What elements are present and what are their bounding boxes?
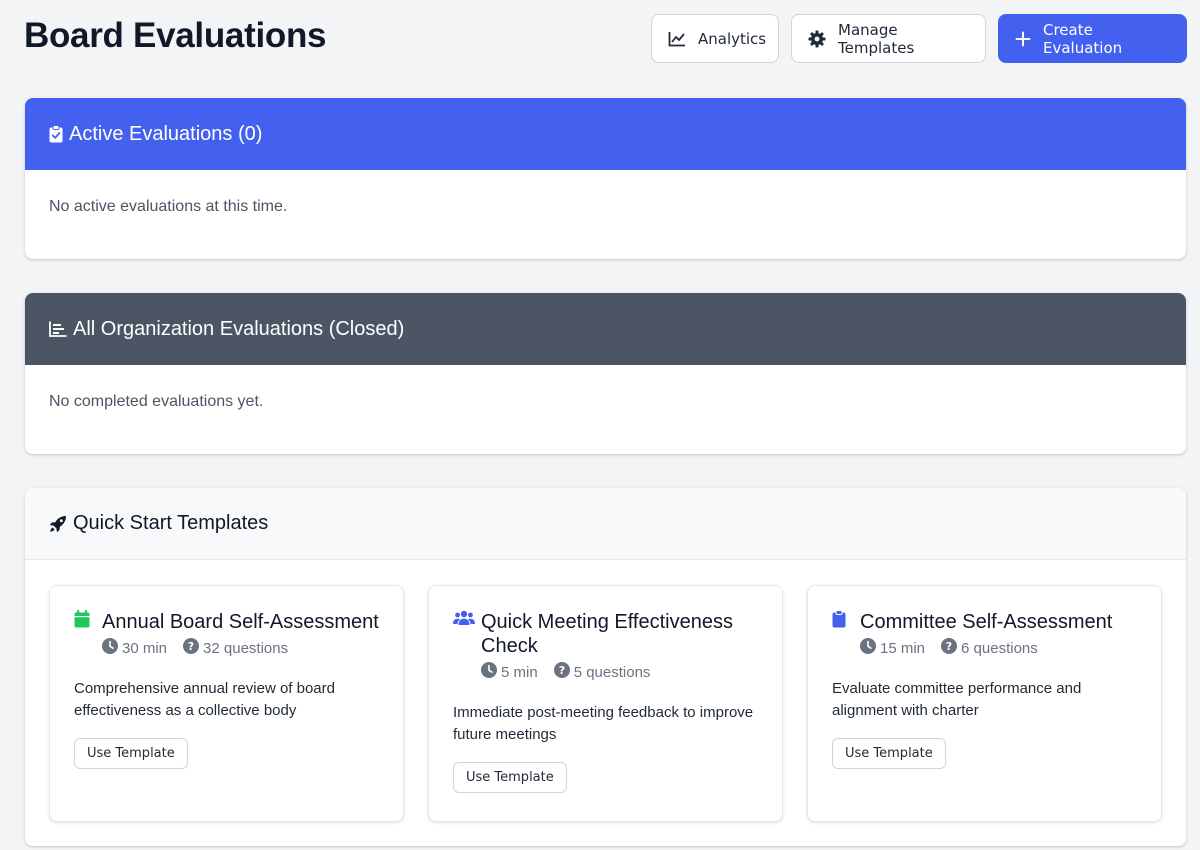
use-template-button[interactable]: Use Template bbox=[453, 762, 567, 793]
template-grid: Annual Board Self-Assessment 30 min ? 32… bbox=[49, 585, 1162, 822]
closed-evaluations-header: All Organization Evaluations (Closed) bbox=[25, 293, 1186, 365]
question-circle-icon: ? bbox=[553, 662, 570, 682]
closed-evaluations-card: All Organization Evaluations (Closed) No… bbox=[25, 293, 1186, 454]
template-card: Committee Self-Assessment 15 min ? 6 que… bbox=[807, 585, 1162, 822]
template-duration: 30 min bbox=[122, 639, 168, 657]
template-card: Quick Meeting Effectiveness Check 5 min … bbox=[428, 585, 783, 822]
calendar-icon bbox=[74, 610, 102, 633]
template-question-count: 32 questions bbox=[203, 639, 289, 657]
analytics-button[interactable]: Analytics bbox=[651, 14, 779, 63]
chart-line-icon bbox=[668, 31, 686, 47]
template-question-count: 5 questions bbox=[573, 663, 651, 681]
manage-templates-button[interactable]: Manage Templates bbox=[791, 14, 986, 63]
active-evaluations-header: Active Evaluations (0) bbox=[25, 98, 1186, 170]
svg-text:?: ? bbox=[946, 640, 952, 653]
active-evaluations-card: Active Evaluations (0) No active evaluat… bbox=[25, 98, 1186, 259]
chart-bar-icon bbox=[49, 321, 67, 337]
template-meta: 5 min ? 5 questions bbox=[481, 662, 758, 682]
template-question-count: 6 questions bbox=[961, 639, 1038, 657]
clock-icon bbox=[481, 662, 497, 682]
plus-icon bbox=[1015, 31, 1031, 47]
analytics-label: Analytics bbox=[698, 29, 767, 48]
closed-evaluations-empty-message: No completed evaluations yet. bbox=[49, 393, 264, 410]
question-circle-icon: ? bbox=[183, 638, 200, 658]
template-meta: 15 min ? 6 questions bbox=[860, 638, 1137, 658]
clock-icon bbox=[860, 638, 876, 658]
closed-evaluations-title: All Organization Evaluations (Closed) bbox=[73, 317, 405, 340]
rocket-icon bbox=[49, 515, 67, 533]
template-duration: 5 min bbox=[501, 663, 538, 681]
svg-text:?: ? bbox=[558, 664, 564, 677]
template-meta: 30 min ? 32 questions bbox=[102, 638, 379, 658]
page-header: Board Evaluations Analytics Manage Templ… bbox=[24, 14, 1187, 64]
template-description: Immediate post-meeting feedback to impro… bbox=[453, 704, 754, 743]
template-title: Committee Self-Assessment bbox=[860, 611, 1113, 633]
use-template-button[interactable]: Use Template bbox=[832, 738, 946, 769]
template-title: Annual Board Self-Assessment bbox=[102, 611, 379, 633]
use-template-button[interactable]: Use Template bbox=[74, 738, 188, 769]
create-evaluation-label: Create Evaluation bbox=[1043, 20, 1123, 57]
svg-text:?: ? bbox=[188, 640, 194, 653]
clock-icon bbox=[102, 638, 118, 658]
users-icon bbox=[453, 610, 481, 631]
create-evaluation-button[interactable]: Create Evaluation bbox=[998, 14, 1187, 63]
template-card: Annual Board Self-Assessment 30 min ? 32… bbox=[49, 585, 404, 822]
template-title: Quick Meeting Effectiveness Check bbox=[481, 611, 733, 657]
quick-start-title: Quick Start Templates bbox=[73, 512, 269, 534]
template-description: Comprehensive annual review of board eff… bbox=[74, 680, 335, 719]
active-evaluations-empty-message: No active evaluations at this time. bbox=[49, 198, 288, 215]
gear-icon bbox=[808, 30, 826, 48]
manage-templates-label: Manage Templates bbox=[838, 20, 915, 57]
quick-start-templates-card: Quick Start Templates Annual Board Self-… bbox=[25, 488, 1186, 846]
header-actions: Analytics Manage Templates Create Evalua… bbox=[651, 14, 1187, 63]
clipboard-check-icon bbox=[49, 125, 63, 143]
question-circle-icon: ? bbox=[941, 638, 958, 658]
clipboard-icon bbox=[832, 610, 860, 633]
template-description: Evaluate committee performance and align… bbox=[832, 680, 1082, 719]
page-title: Board Evaluations bbox=[24, 16, 327, 55]
quick-start-header: Quick Start Templates bbox=[25, 488, 1186, 560]
active-evaluations-title: Active Evaluations (0) bbox=[69, 122, 263, 145]
template-duration: 15 min bbox=[880, 639, 926, 657]
